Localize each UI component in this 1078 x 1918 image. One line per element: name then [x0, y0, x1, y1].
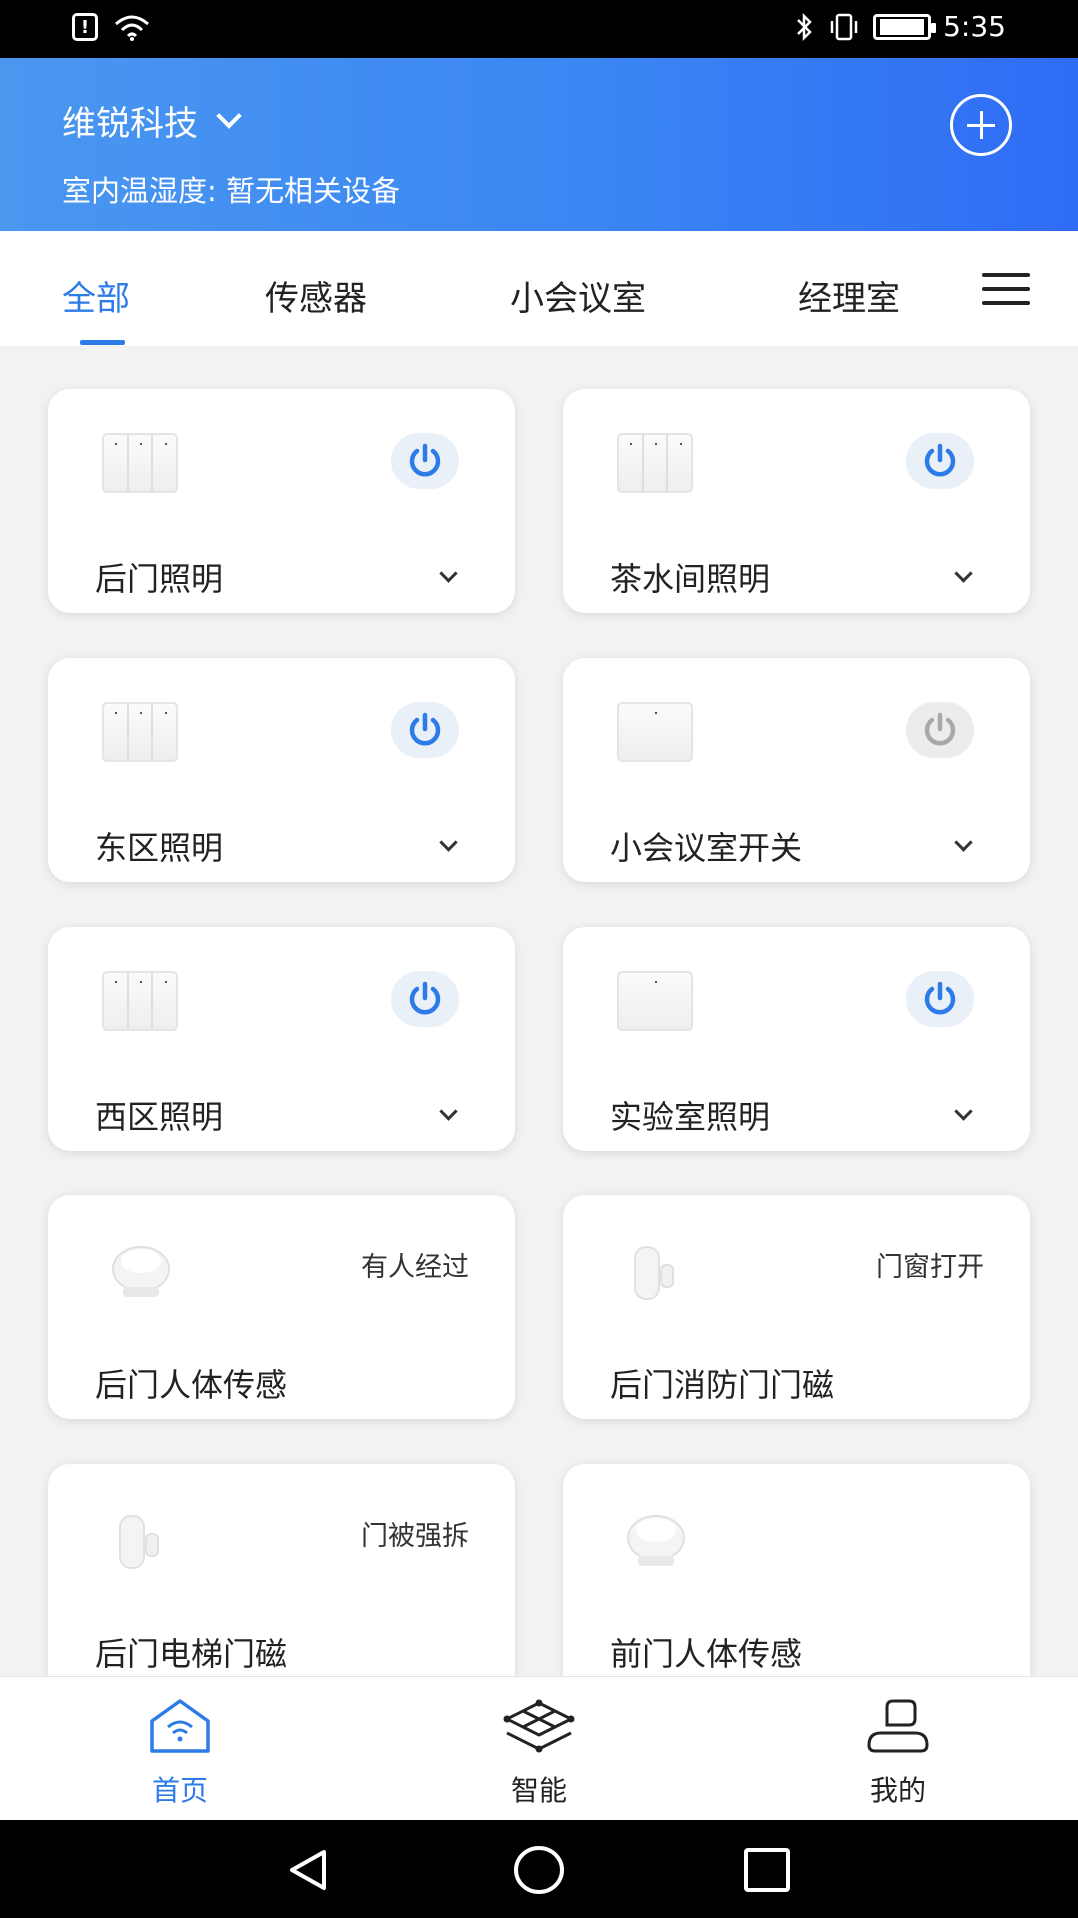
three-gang-switch-icon — [102, 433, 178, 493]
device-name: 小会议室开关 — [610, 829, 803, 867]
device-name: 茶水间照明 — [610, 560, 771, 598]
device-name: 东区照明 — [95, 829, 224, 867]
bluetooth-icon — [797, 12, 812, 41]
door-sensor-icon — [634, 1246, 674, 1300]
device-name: 后门人体传感 — [95, 1366, 288, 1404]
power-icon — [924, 981, 956, 1015]
sensor-status: 门被强拆 — [361, 1521, 469, 1552]
motion-sensor-icon — [627, 1515, 685, 1566]
three-gang-switch-icon — [102, 702, 178, 762]
humidity-text: 室内温湿度: 暂无相关设备 — [62, 174, 400, 208]
door-sensor-icon — [119, 1515, 159, 1569]
device-name: 西区照明 — [95, 1098, 224, 1136]
alert-icon: ! — [72, 13, 98, 41]
power-icon — [924, 443, 956, 477]
home-icon[interactable] — [512, 1844, 566, 1896]
single-gang-switch-icon — [617, 702, 693, 762]
wifi-icon — [115, 15, 149, 41]
tab-manager-room[interactable]: 经理室 — [798, 271, 900, 320]
device-card-back-door-motion-sensor[interactable]: 有人经过 后门人体传感 — [48, 1195, 515, 1419]
power-icon — [409, 443, 441, 477]
power-button[interactable] — [391, 433, 459, 489]
power-button[interactable] — [906, 971, 974, 1027]
nav-smart[interactable]: 智能 — [439, 1677, 639, 1821]
nav-smart-label: 智能 — [510, 1774, 567, 1807]
power-icon — [409, 712, 441, 746]
nav-home-label: 首页 — [151, 1774, 208, 1807]
sensor-status: 门窗打开 — [876, 1252, 984, 1283]
device-name: 前门人体传感 — [610, 1635, 803, 1673]
sensor-status: 有人经过 — [361, 1252, 469, 1283]
device-card-small-meeting-room-switch[interactable]: 小会议室开关 — [563, 658, 1030, 882]
smart-network-icon — [503, 1699, 575, 1753]
header: 维锐科技 室内温湿度: 暂无相关设备 — [0, 58, 1078, 231]
power-button[interactable] — [906, 433, 974, 489]
device-card-tea-room-light[interactable]: 茶水间照明 — [563, 389, 1030, 613]
device-name: 实验室照明 — [610, 1098, 771, 1136]
device-card-east-zone-light[interactable]: 东区照明 — [48, 658, 515, 882]
motion-sensor-icon — [112, 1246, 170, 1297]
org-name: 维锐科技 — [62, 104, 198, 144]
home-wifi-icon — [150, 1699, 210, 1753]
nav-profile[interactable]: 我的 — [798, 1677, 998, 1821]
battery-icon — [873, 13, 937, 40]
system-nav-bar — [0, 1820, 1078, 1918]
menu-icon[interactable] — [982, 271, 1030, 307]
device-card-front-door-motion-sensor[interactable]: 前门人体传感 — [563, 1464, 1030, 1676]
chevron-down-icon — [216, 102, 242, 129]
three-gang-switch-icon — [102, 971, 178, 1031]
org-selector[interactable]: 维锐科技 — [62, 96, 242, 145]
power-icon — [924, 712, 956, 746]
room-tabs: 全部 传感器 小会议室 经理室 — [0, 231, 1078, 346]
tab-all[interactable]: 全部 — [62, 271, 130, 320]
device-card-lab-light[interactable]: 实验室照明 — [563, 927, 1030, 1151]
add-device-button[interactable] — [950, 94, 1012, 156]
chevron-down-icon[interactable] — [954, 564, 973, 583]
three-gang-switch-icon — [617, 433, 693, 493]
clock: 5:35 — [943, 10, 1006, 43]
vibrate-icon — [830, 13, 858, 40]
device-card-back-door-light[interactable]: 后门照明 — [48, 389, 515, 613]
profile-icon — [867, 1699, 929, 1753]
chevron-down-icon[interactable] — [439, 833, 458, 852]
nav-home[interactable]: 首页 — [80, 1677, 280, 1821]
device-name: 后门照明 — [95, 560, 224, 598]
tab-small-meeting-room[interactable]: 小会议室 — [510, 271, 646, 320]
recents-icon[interactable] — [742, 1846, 792, 1894]
single-gang-switch-icon — [617, 971, 693, 1031]
tab-indicator — [80, 340, 125, 345]
chevron-down-icon[interactable] — [954, 1102, 973, 1121]
device-name: 后门消防门门磁 — [610, 1366, 835, 1404]
device-card-back-door-elevator-door-sensor[interactable]: 门被强拆 后门电梯门磁 — [48, 1464, 515, 1676]
power-button[interactable] — [391, 971, 459, 1027]
nav-profile-label: 我的 — [869, 1774, 926, 1807]
device-card-back-door-fire-door-sensor[interactable]: 门窗打开 后门消防门门磁 — [563, 1195, 1030, 1419]
chevron-down-icon[interactable] — [439, 564, 458, 583]
tab-sensors[interactable]: 传感器 — [265, 271, 367, 320]
power-button[interactable] — [391, 702, 459, 758]
status-bar: ! 5:35 — [0, 0, 1078, 58]
chevron-down-icon[interactable] — [954, 833, 973, 852]
chevron-down-icon[interactable] — [439, 1102, 458, 1121]
device-card-west-zone-light[interactable]: 西区照明 — [48, 927, 515, 1151]
power-icon — [409, 981, 441, 1015]
device-name: 后门电梯门磁 — [95, 1635, 288, 1673]
bottom-nav: 首页 智能 我的 — [0, 1676, 1078, 1820]
power-button[interactable] — [906, 702, 974, 758]
back-icon[interactable] — [284, 1846, 332, 1894]
